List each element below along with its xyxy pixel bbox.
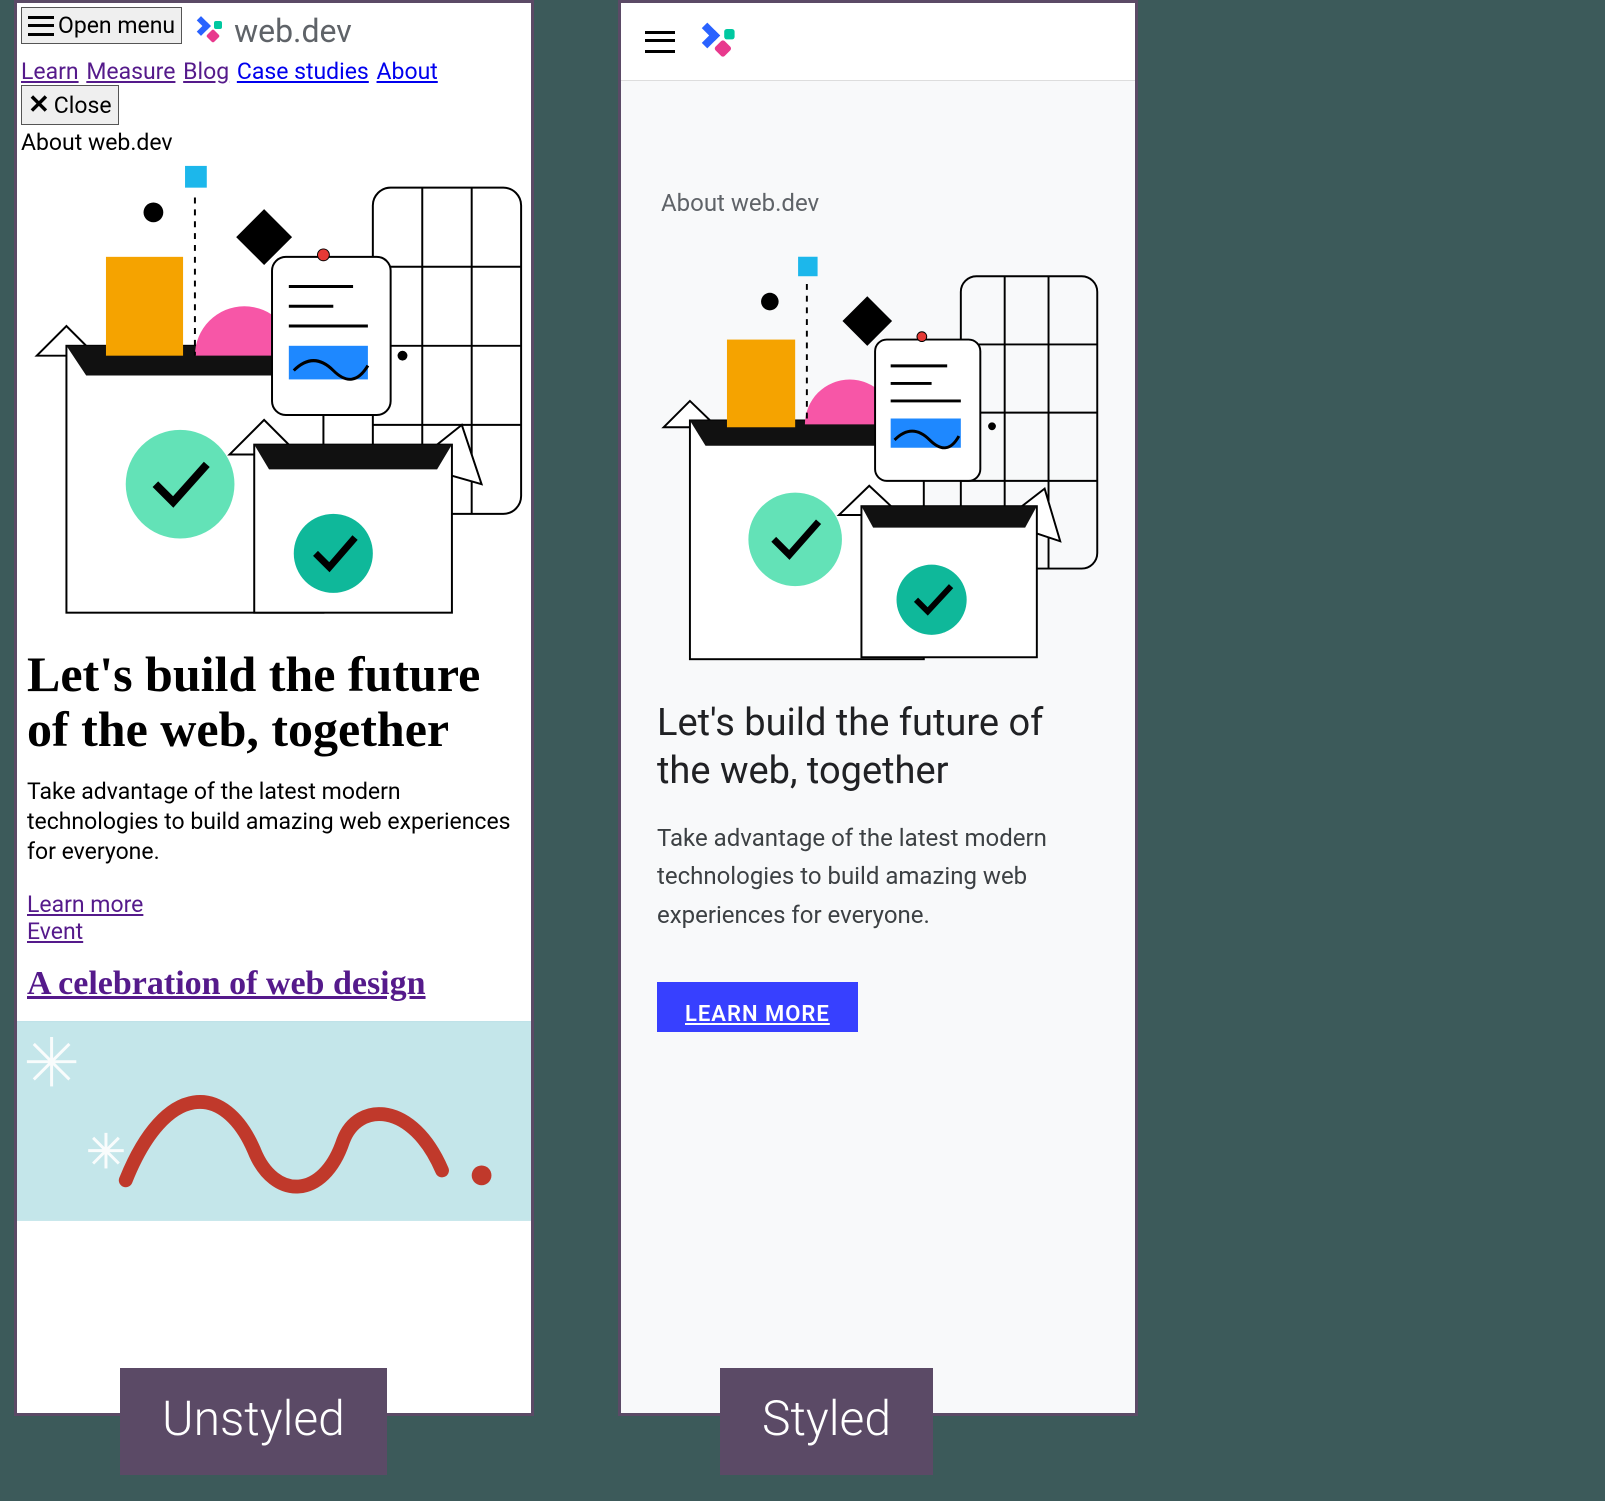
nav-case-studies[interactable]: Case studies (237, 58, 369, 85)
brand-logo: web.dev (194, 12, 352, 50)
unstyled-panel: Open menu web.dev Learn Measure Blog Cas… (14, 0, 534, 1416)
caption-styled: Styled (720, 1368, 933, 1475)
close-icon: ✕ (28, 90, 50, 120)
event-link[interactable]: Event (27, 918, 521, 945)
hamburger-icon[interactable] (645, 31, 675, 53)
learn-more-button[interactable]: LEARN MORE (657, 982, 858, 1032)
styled-body: About web.dev (621, 81, 1135, 1413)
link-list: Learn more Event (17, 891, 531, 965)
hero-subtext: Take advantage of the latest modern tech… (657, 819, 1099, 934)
nav-learn[interactable]: Learn (21, 58, 79, 85)
open-menu-button[interactable]: Open menu (21, 7, 182, 44)
nav-measure[interactable]: Measure (86, 58, 175, 85)
nav-blog[interactable]: Blog (183, 58, 229, 85)
learn-more-link[interactable]: Learn more (27, 891, 521, 918)
styled-panel: About web.dev (618, 0, 1138, 1416)
hero-subtext: Take advantage of the latest modern tech… (17, 777, 531, 891)
hero-illustration (17, 158, 531, 647)
hero-illustration (649, 247, 1107, 670)
hamburger-icon (28, 16, 54, 36)
unstyled-header: Open menu web.dev (17, 3, 531, 50)
close-button[interactable]: ✕ Close (21, 85, 119, 125)
webdev-chevron-icon (194, 15, 226, 47)
article-banner-image (17, 1021, 531, 1221)
caption-unstyled: Unstyled (120, 1368, 387, 1475)
hero-heading: Let's build the future of the web, toget… (17, 647, 531, 777)
eyebrow-text: About web.dev (661, 189, 1107, 217)
hero-heading: Let's build the future of the web, toget… (657, 700, 1099, 795)
unstyled-nav: Learn Measure Blog Case studies About ✕ … (17, 50, 531, 129)
eyebrow-text: About web.dev (17, 129, 531, 158)
nav-about[interactable]: About (377, 58, 438, 85)
open-menu-label: Open menu (58, 12, 175, 39)
article-title-link[interactable]: A celebration of web design (17, 965, 531, 1021)
brand-name: web.dev (234, 12, 352, 50)
webdev-chevron-icon[interactable] (698, 21, 740, 63)
styled-topbar (621, 3, 1135, 81)
close-label: Close (54, 92, 112, 119)
